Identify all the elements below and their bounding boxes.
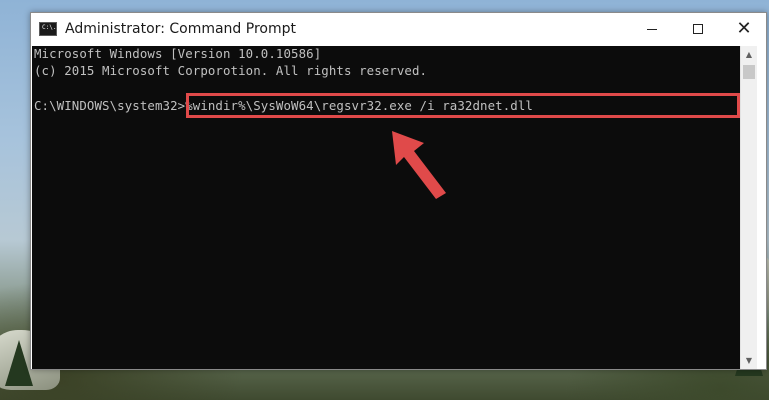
scroll-thumb[interactable] [743,65,755,79]
window-title: Administrator: Command Prompt [65,21,296,37]
minimize-button[interactable] [629,13,675,45]
title-bar[interactable]: C:\. Administrator: Command Prompt ✕ [31,13,766,46]
console-output[interactable]: Microsoft Windows [Version 10.0.10586] (… [32,46,740,369]
close-button[interactable]: ✕ [721,13,767,45]
vertical-scrollbar[interactable]: ▲ ▼ [740,46,757,369]
cmd-icon[interactable]: C:\. [39,22,57,36]
red-arrow-icon [392,131,446,199]
close-icon: ✕ [736,18,752,39]
minimize-icon [647,28,657,30]
maximize-button[interactable] [675,13,721,45]
command-highlight-box [186,93,740,118]
maximize-icon [693,24,703,34]
console-line: (c) 2015 Microsoft Corporotion. All righ… [34,63,428,78]
wallpaper-tree [5,340,33,386]
cmd-icon-glyph: C:\. [42,24,57,31]
scroll-up-icon[interactable]: ▲ [741,46,757,63]
scroll-down-icon[interactable]: ▼ [741,352,757,369]
console-line: Microsoft Windows [Version 10.0.10586] [34,46,322,61]
command-prompt-window[interactable]: C:\. Administrator: Command Prompt ✕ Mic… [30,12,767,370]
